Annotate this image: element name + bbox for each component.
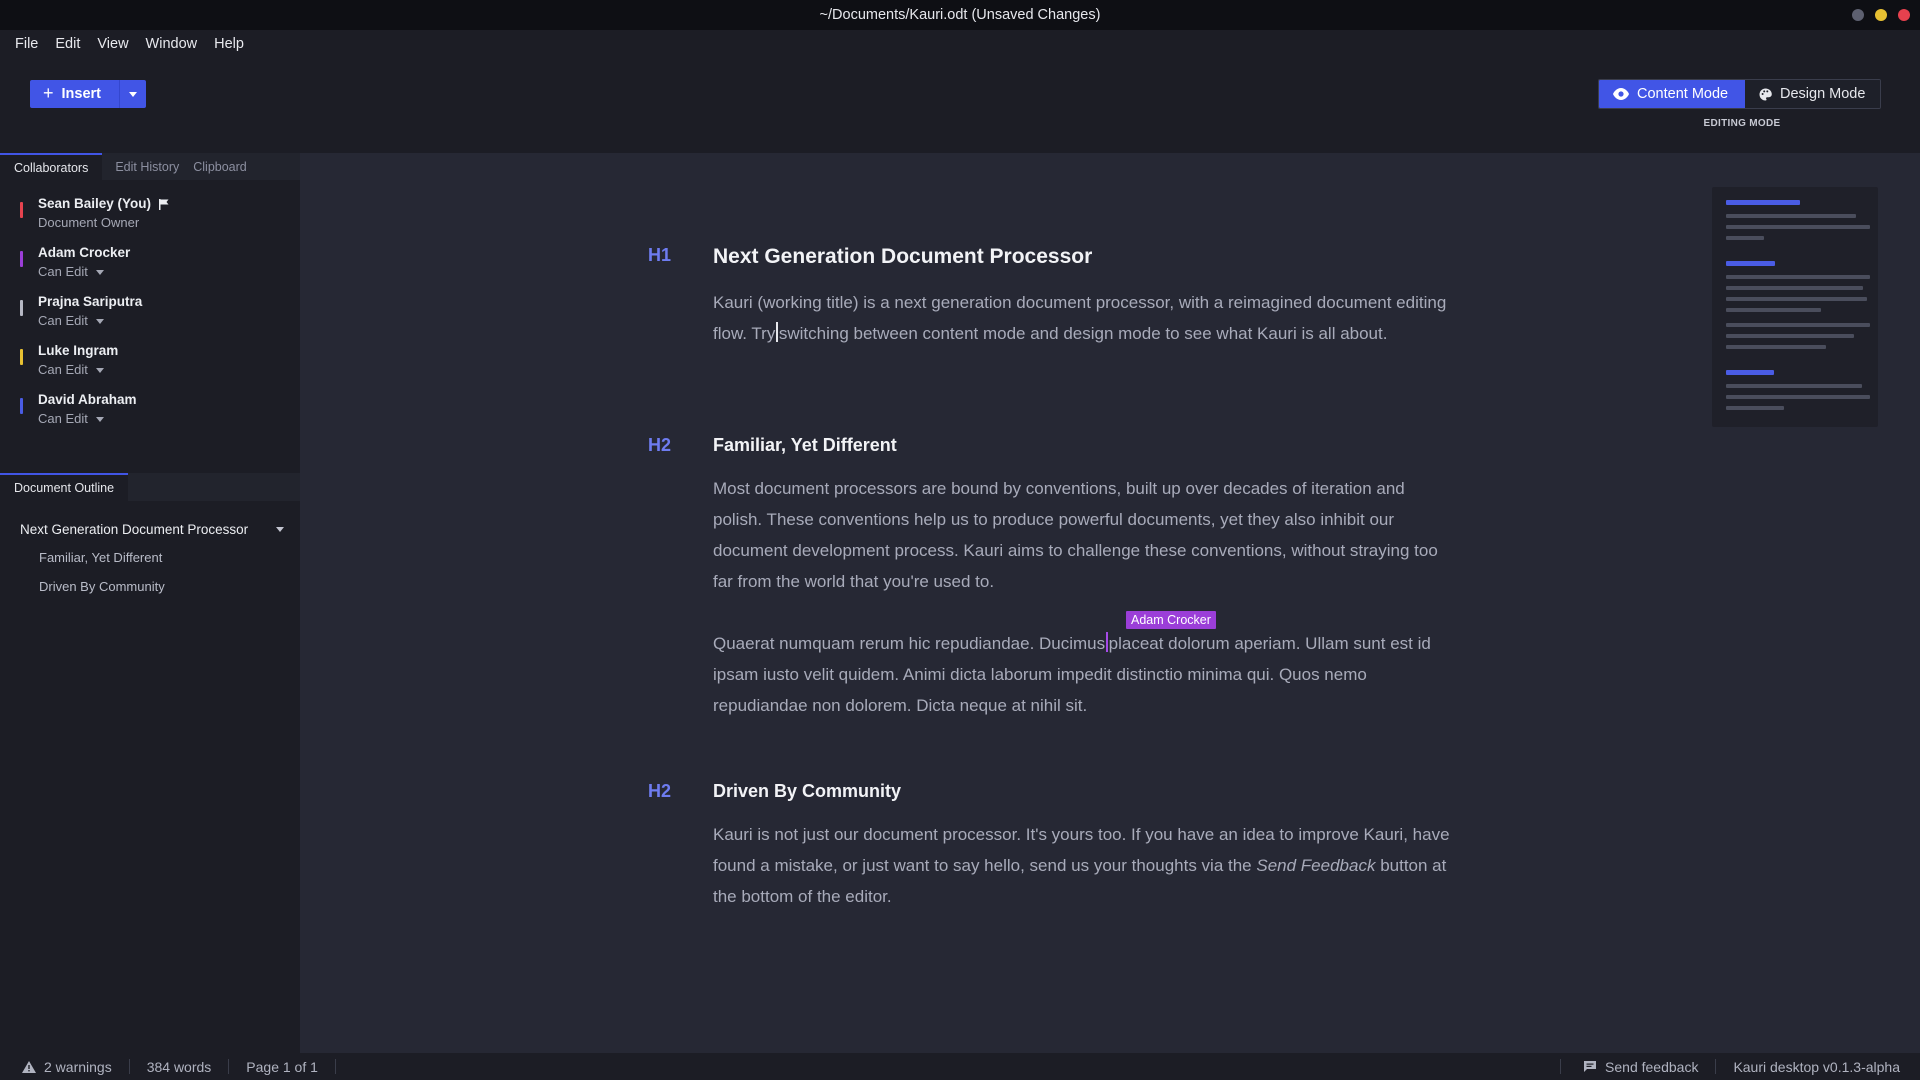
design-mode-button[interactable]: Design Mode: [1745, 80, 1880, 108]
design-mode-label: Design Mode: [1780, 86, 1866, 102]
collaborator-role: Can Edit: [38, 264, 88, 279]
collaborator-name: Luke Ingram: [38, 343, 119, 358]
paragraph[interactable]: Quaerat numquam rerum hic repudiandae. D…: [713, 628, 1453, 721]
collaborator-name: David Abraham: [38, 392, 137, 407]
tab-edit-history[interactable]: Edit History: [102, 153, 186, 180]
collaborator-color: [20, 251, 23, 267]
paragraph[interactable]: Kauri is not just our document processor…: [713, 819, 1453, 912]
chevron-down-icon: [129, 91, 137, 97]
collaborator-item[interactable]: Luke Ingram Can Edit: [0, 342, 300, 391]
paragraph[interactable]: Most document processors are bound by co…: [713, 473, 1453, 597]
collaborator-color: [20, 300, 23, 316]
collaborator-item[interactable]: Adam Crocker Can Edit: [0, 244, 300, 293]
heading-level-label: H2: [648, 435, 672, 455]
paragraph[interactable]: Kauri (working title) is a next generati…: [713, 287, 1453, 349]
minimize-button[interactable]: [1852, 9, 1864, 21]
menu-help[interactable]: Help: [214, 36, 244, 52]
window-title: ~/Documents/Kauri.odt (Unsaved Changes): [819, 7, 1101, 23]
toolbar: + Insert Content Mode Design Mode EDITIN…: [0, 57, 1920, 153]
document-title[interactable]: Next Generation Document Processor: [713, 245, 1092, 269]
collaborator-cursor-tag: Adam Crocker: [1126, 611, 1216, 629]
plus-icon: +: [43, 83, 54, 103]
chat-icon: [1584, 1061, 1597, 1072]
mode-switch: Content Mode Design Mode: [1598, 79, 1881, 109]
section-heading[interactable]: Driven By Community: [713, 781, 901, 802]
tab-clipboard[interactable]: Clipboard: [186, 153, 254, 180]
content-mode-label: Content Mode: [1637, 86, 1729, 102]
outline-item-h2[interactable]: Familiar, Yet Different: [0, 543, 300, 572]
text-cursor: [776, 322, 778, 342]
maximize-button[interactable]: [1875, 9, 1887, 21]
menu-file[interactable]: File: [15, 36, 38, 52]
collaborator-item[interactable]: Sean Bailey (You) Document Owner: [0, 195, 300, 244]
collaborator-color: [20, 398, 23, 414]
collaborator-list: Sean Bailey (You) Document Owner Adam Cr…: [0, 180, 300, 438]
collaborator-item[interactable]: Prajna Sariputra Can Edit: [0, 293, 300, 342]
warnings-indicator[interactable]: 2 warnings: [0, 1058, 130, 1075]
chevron-down-icon: [95, 269, 104, 275]
close-button[interactable]: [1898, 9, 1910, 21]
menu-window[interactable]: Window: [146, 36, 198, 52]
section-heading[interactable]: Familiar, Yet Different: [713, 435, 897, 456]
chevron-down-icon: [95, 318, 104, 324]
editor-canvas[interactable]: H1 Next Generation Document Processor Ka…: [300, 153, 1920, 1053]
collaborator-role: Document Owner: [38, 215, 140, 230]
collaborator-item[interactable]: David Abraham Can Edit: [0, 391, 300, 438]
menu-bar: File Edit View Window Help: [0, 30, 1920, 57]
tab-collaborators[interactable]: Collaborators: [0, 153, 103, 180]
chevron-down-icon: [95, 367, 104, 373]
chevron-down-icon: [95, 416, 104, 422]
heading-level-label: H2: [648, 781, 672, 801]
collaborator-name: Prajna Sariputra: [38, 294, 143, 309]
page-indicator: Page 1 of 1: [229, 1059, 336, 1075]
tab-document-outline[interactable]: Document Outline: [0, 473, 129, 501]
outline-item-h2[interactable]: Driven By Community: [0, 572, 300, 601]
insert-dropdown-button[interactable]: [119, 80, 146, 108]
permission-dropdown[interactable]: Can Edit: [38, 409, 300, 429]
warning-icon: [22, 1060, 36, 1073]
collaborator-color: [20, 349, 23, 365]
content-mode-button[interactable]: Content Mode: [1599, 80, 1745, 108]
outline-item-label: Next Generation Document Processor: [20, 521, 249, 537]
collaborator-color: [20, 202, 23, 218]
collaborator-cursor: [1106, 632, 1108, 652]
insert-label: Insert: [61, 86, 102, 102]
document-minimap[interactable]: [1712, 187, 1878, 427]
editing-mode-caption: EDITING MODE: [1703, 118, 1781, 129]
heading-level-label: H1: [648, 245, 672, 265]
send-feedback-button[interactable]: Send feedback: [1560, 1058, 1715, 1075]
sidebar-tabs: Collaborators Edit History Clipboard: [0, 153, 300, 180]
permission-dropdown[interactable]: Can Edit: [38, 262, 300, 282]
menu-edit[interactable]: Edit: [55, 36, 80, 52]
word-count: 384 words: [130, 1059, 230, 1075]
window-controls: [1852, 9, 1910, 21]
send-feedback-label: Send feedback: [1605, 1058, 1699, 1075]
outline-item-h1[interactable]: Next Generation Document Processor: [0, 515, 300, 543]
collaborator-role: Can Edit: [38, 362, 88, 377]
chevron-down-icon[interactable]: [276, 526, 284, 532]
flag-icon: [159, 198, 169, 210]
eye-icon: [1613, 88, 1629, 100]
insert-button-group: + Insert: [30, 80, 146, 108]
app-version: Kauri desktop v0.1.3-alpha: [1715, 1059, 1920, 1075]
sidebar: Collaborators Edit History Clipboard Sea…: [0, 153, 300, 1053]
collaborator-role: Can Edit: [38, 313, 88, 328]
collaborator-name: Sean Bailey (You): [38, 196, 152, 211]
permission-dropdown[interactable]: Can Edit: [38, 360, 300, 380]
permission-dropdown[interactable]: Can Edit: [38, 311, 300, 331]
warnings-count: 2 warnings: [44, 1058, 112, 1075]
status-bar: 2 warnings 384 words Page 1 of 1 Send fe…: [0, 1053, 1920, 1080]
outline-tabs: Document Outline: [0, 473, 300, 501]
menu-view[interactable]: View: [97, 36, 128, 52]
collaborator-role: Can Edit: [38, 411, 88, 426]
collaborator-name: Adam Crocker: [38, 245, 131, 260]
palette-icon: [1759, 88, 1772, 100]
document-outline: Next Generation Document Processor Famil…: [0, 515, 300, 601]
title-bar: ~/Documents/Kauri.odt (Unsaved Changes): [0, 0, 1920, 30]
insert-button[interactable]: + Insert: [30, 83, 119, 103]
